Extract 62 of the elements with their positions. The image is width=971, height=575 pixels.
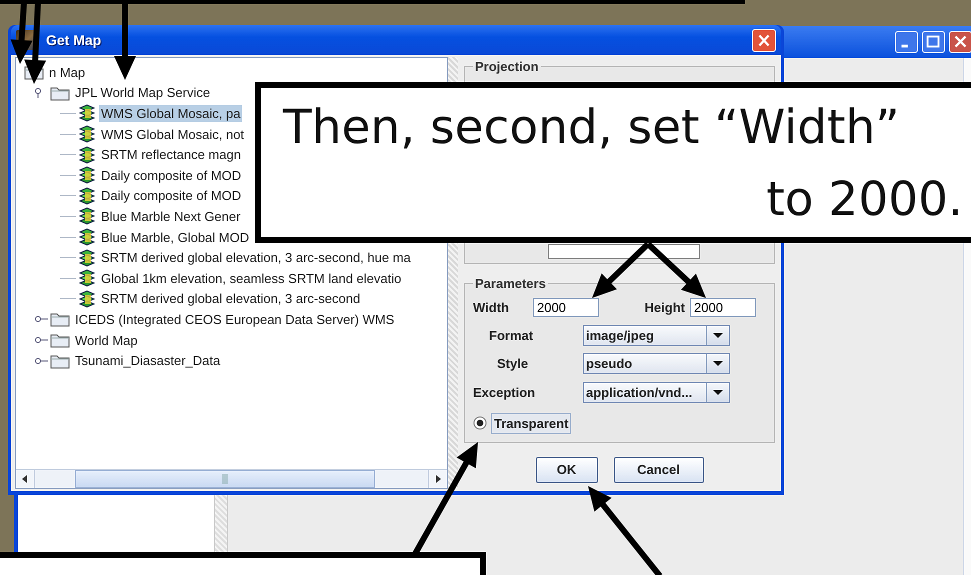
- dropdown[interactable]: application/vnd...: [583, 382, 730, 403]
- folder-item[interactable]: World Map: [73, 332, 140, 349]
- ok-button[interactable]: OK: [536, 456, 598, 482]
- layer-item[interactable]: WMS Global Mosaic, not: [99, 126, 246, 143]
- layer-item[interactable]: Daily composite of MOD: [99, 166, 244, 184]
- layer-item[interactable]: WMS Global Mosaic, pa: [99, 104, 242, 122]
- folder-item[interactable]: ICEDS (Integrated CEOS European Data Server) WMS: [73, 310, 396, 328]
- layers-icon: [78, 269, 96, 288]
- cancel-button[interactable]: Cancel: [614, 456, 704, 482]
- layers-icon: [78, 228, 96, 246]
- maximize-icon[interactable]: [922, 31, 945, 53]
- transparent-label[interactable]: Transparent: [491, 412, 572, 434]
- field-label: Format: [489, 328, 534, 343]
- layers-icon: [78, 248, 96, 267]
- callout-text: Then, second, set “Width”: [282, 99, 901, 157]
- expand-handle[interactable]: [34, 335, 48, 346]
- height-field[interactable]: 2000: [690, 298, 756, 316]
- field-label: Exception: [473, 384, 536, 400]
- layers-icon: [78, 146, 96, 164]
- width-field[interactable]: 2000: [532, 298, 599, 316]
- folder-icon: [50, 332, 70, 348]
- layer-item[interactable]: Global 1km elevation, seamless SRTM land elevatio: [99, 270, 404, 287]
- width-label: Width: [473, 300, 509, 314]
- callout-arrow: [10, 2, 33, 64]
- layer-item[interactable]: SRTM derived global elevation, 3 arc-second, hue ma: [99, 249, 413, 266]
- layers-icon: [78, 125, 96, 144]
- layer-item[interactable]: Blue Marble Next Gener: [99, 208, 242, 225]
- caret-icon: [706, 326, 729, 345]
- scroll-left-icon[interactable]: [16, 470, 35, 488]
- layers-icon: [78, 207, 96, 226]
- scroll-right-icon[interactable]: [428, 470, 447, 488]
- callout-text: to 2000.: [765, 171, 963, 229]
- dropdown[interactable]: image/jpeg: [583, 324, 730, 346]
- folder-item[interactable]: n Map: [47, 64, 88, 81]
- folder-icon: [50, 84, 70, 101]
- minimize-icon[interactable]: [895, 31, 918, 53]
- folder-icon: [50, 311, 70, 328]
- close-icon[interactable]: [949, 31, 971, 53]
- folder-icon: [50, 352, 70, 369]
- layers-icon: [78, 104, 96, 122]
- scrollbar-thumb[interactable]: [75, 470, 375, 488]
- caret-icon: [706, 382, 729, 402]
- layer-item[interactable]: Blue Marble, Global MOD: [99, 228, 252, 246]
- layers-icon: [78, 290, 96, 308]
- height-label: Height: [644, 300, 685, 314]
- group-title: Projection: [474, 59, 540, 74]
- layer-item[interactable]: SRTM derived global elevation, 3 arc-second: [99, 290, 362, 308]
- window-title: Get Map: [46, 32, 102, 48]
- folder-item[interactable]: JPL World Map Service: [73, 84, 212, 102]
- field-label: Style: [497, 356, 528, 372]
- layers-icon: [78, 186, 96, 205]
- group-title: Parameters: [474, 276, 547, 291]
- expand-handle[interactable]: [34, 356, 48, 366]
- close-icon[interactable]: [752, 28, 776, 52]
- folder-item[interactable]: Tsunami_Diasaster_Data: [73, 352, 222, 370]
- layers-icon: [78, 166, 96, 184]
- layer-item[interactable]: SRTM reflectance magn: [99, 146, 243, 164]
- radio-button[interactable]: [473, 416, 487, 430]
- expand-handle[interactable]: [34, 314, 48, 324]
- caret-icon: [706, 354, 729, 374]
- dropdown[interactable]: pseudo: [583, 353, 730, 374]
- layer-item[interactable]: Daily composite of MOD: [99, 187, 244, 204]
